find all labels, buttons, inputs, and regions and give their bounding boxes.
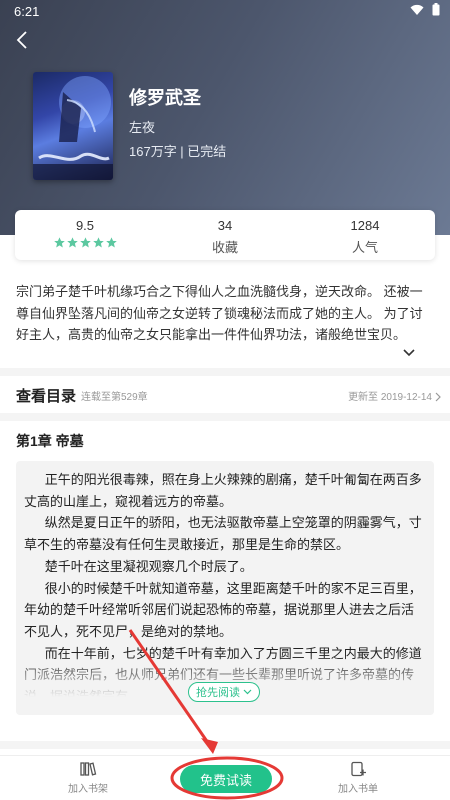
section-divider	[0, 741, 450, 749]
chevron-down-icon	[243, 689, 252, 695]
book-title: 修罗武圣	[129, 88, 201, 108]
add-to-booklist-button[interactable]: 加入书单	[338, 760, 378, 795]
popularity-value: 1284	[350, 218, 380, 233]
add-to-shelf-label: 加入书架	[68, 784, 108, 795]
chapter-paragraph: 楚千叶在这里凝视观察几个时辰了。	[44, 558, 253, 574]
catalog-status: 连载至第529章	[81, 392, 148, 403]
book-header: 6:21 修罗武圣 左夜 167万字 | 已完结	[0, 0, 450, 235]
free-read-button[interactable]: 免费试读	[180, 765, 272, 793]
status-bar: 6:21	[0, 0, 450, 22]
bookshelf-icon	[80, 762, 97, 776]
rating-stat: 9.5	[15, 210, 155, 260]
catalog-update: 更新至 2019-12-14	[348, 392, 432, 403]
rating-stars	[15, 237, 155, 248]
popularity-stat: 1284 人气	[295, 210, 435, 260]
read-ahead-label: 抢先阅读	[196, 687, 240, 699]
chevron-down-icon	[403, 349, 415, 357]
add-to-booklist-label: 加入书单	[338, 784, 378, 795]
section-divider	[0, 368, 450, 376]
star-icon	[79, 237, 91, 248]
chapter-title: 第1章 帝墓	[16, 433, 84, 449]
favorites-stat: 34 收藏	[155, 210, 295, 260]
favorites-value: 34	[217, 218, 233, 233]
chapter-paragraph: 正午的阳光很毒辣，照在身上火辣辣的剧痛，楚千叶匍匐在两百多丈高的山崖上，窥视着远…	[24, 472, 422, 509]
book-cover[interactable]	[33, 72, 113, 180]
cover-art	[33, 76, 113, 180]
section-divider	[0, 413, 450, 421]
star-icon	[53, 237, 65, 248]
star-icon	[66, 237, 78, 248]
chevron-right-icon	[435, 389, 441, 407]
wifi-icon	[410, 4, 424, 15]
back-button[interactable]	[10, 28, 34, 52]
status-icons	[410, 3, 440, 16]
chevron-left-icon	[16, 31, 27, 49]
battery-icon	[432, 3, 440, 16]
add-to-shelf-button[interactable]: 加入书架	[68, 760, 108, 795]
catalog-title: 查看目录	[16, 388, 77, 405]
favorites-label: 收藏	[211, 240, 238, 255]
chapter-preview: 正午的阳光很毒辣，照在身上火辣辣的剧痛，楚千叶匍匐在两百多丈高的山崖上，窥视着远…	[16, 461, 434, 715]
book-meta: 167万字 | 已完结	[129, 144, 227, 159]
status-time: 6:21	[14, 4, 40, 19]
catalog-row[interactable]: 查看目录 连载至第529章 更新至 2019-12-14	[0, 378, 450, 412]
book-author[interactable]: 左夜	[129, 117, 155, 136]
stats-card: 9.5 34 收藏 1284 人气	[15, 210, 435, 260]
chapter-paragraph: 很小的时候楚千叶就知道帝墓，这里距离楚千叶的家不足三百里，年幼的楚千叶经常听邻居…	[24, 580, 422, 639]
star-icon	[92, 237, 104, 248]
chapter-paragraph: 纵然是夏日正午的骄阳，也无法驱散帝墓上空笼罩的阴霾雾气，寸草不生的帝墓没有任何生…	[24, 515, 422, 553]
rating-value: 9.5	[75, 218, 95, 233]
expand-synopsis-button[interactable]	[402, 345, 420, 359]
popularity-label: 人气	[351, 240, 378, 255]
read-ahead-button[interactable]: 抢先阅读	[188, 682, 260, 702]
star-icon	[105, 237, 117, 248]
add-booklist-icon	[351, 761, 366, 777]
book-synopsis: 宗门弟子楚千叶机缘巧合之下得仙人之血洗髓伐身，逆天改命。 还被一尊自仙界坠落凡间…	[16, 284, 423, 342]
